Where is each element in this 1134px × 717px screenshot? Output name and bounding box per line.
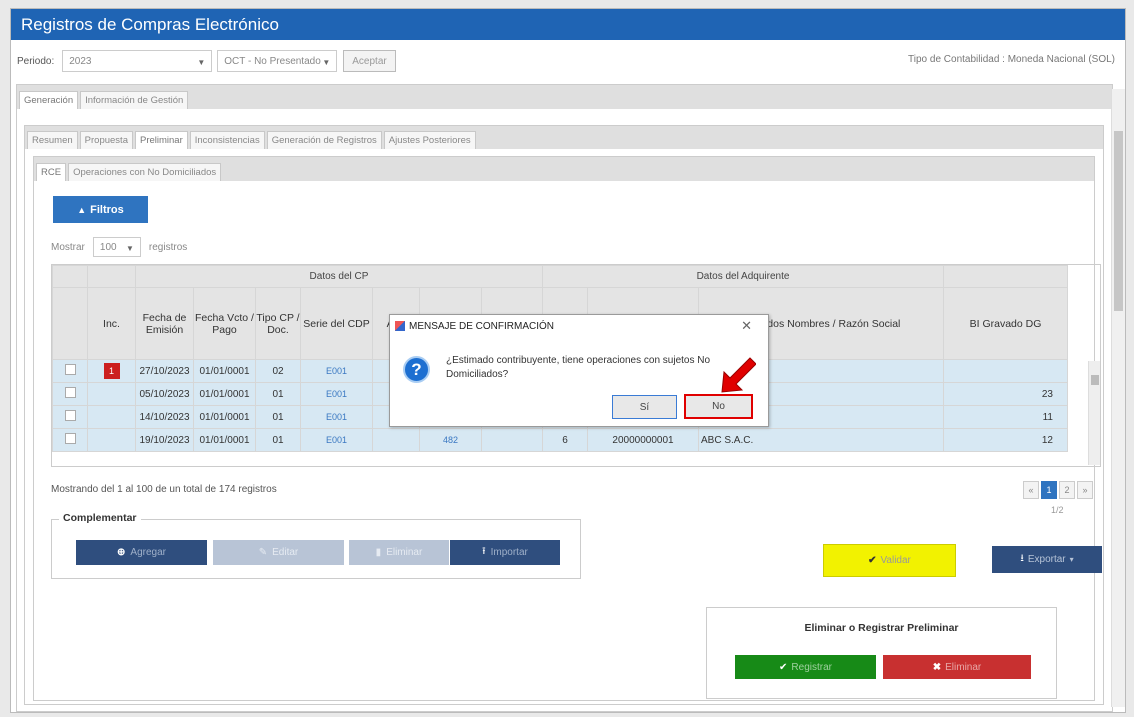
page-label: 1/2 [1051, 505, 1064, 515]
prev-page-button[interactable]: « [1023, 481, 1039, 499]
group-datos-cp: Datos del CP [135, 265, 543, 288]
tab-informacion-gestion[interactable]: Información de Gestión [80, 91, 189, 109]
row-checkbox[interactable] [64, 364, 76, 375]
pagination: « 1 2 » [1023, 481, 1093, 499]
col-header[interactable]: Inc. [87, 287, 136, 360]
table-scrollbar[interactable] [1088, 361, 1100, 465]
eliminar-registrar-title: Eliminar o Registrar Preliminar [804, 622, 959, 634]
chevron-down-icon: ▾ [1069, 555, 1074, 564]
plus-circle-icon: ⊕ [117, 547, 126, 558]
show-entries: Mostrar 100 ▼ registros [51, 237, 187, 257]
dialog-message: ¿Estimado contribuyente, tiene operacion… [446, 355, 711, 380]
confirmation-dialog: MENSAJE DE CONFIRMACIÓN ✕ ? ¿Estimado co… [389, 314, 769, 427]
col-header[interactable]: Fecha Vcto / Pago [193, 287, 256, 360]
tab-generacion[interactable]: Generación [19, 91, 79, 109]
pencil-icon: ✎ [258, 547, 268, 558]
page-size-select[interactable]: 100 ▼ [92, 237, 141, 257]
month-select[interactable]: OCT - No Presentado ▼ [217, 50, 338, 72]
chevron-down-icon: ▼ [125, 244, 134, 253]
next-page-button[interactable]: » [1077, 481, 1093, 499]
editar-button[interactable]: ✎ Editar [213, 540, 344, 565]
row-checkbox[interactable] [64, 433, 76, 444]
tab-rce[interactable]: RCE [36, 163, 67, 181]
page-2-button[interactable]: 2 [1059, 481, 1075, 499]
eliminar-preliminar-button[interactable]: ✖ Eliminar [883, 655, 1031, 679]
accept-button[interactable]: Aceptar [343, 50, 396, 72]
serie-link[interactable]: E001 [326, 412, 347, 422]
inner-tabs: Resumen Propuesta Preliminar Inconsisten… [25, 126, 1103, 149]
no-button[interactable]: No [684, 394, 753, 419]
tab-no-domiciliados[interactable]: Operaciones con No Domiciliados [68, 163, 222, 181]
close-icon[interactable]: ✕ [741, 318, 752, 334]
col-header[interactable]: Fecha de Emisión [135, 287, 194, 360]
eliminar-registrar-group: Eliminar o Registrar Preliminar ✔ Regist… [706, 607, 1057, 699]
caret-up-icon: ▲ [77, 204, 87, 215]
x-icon: ✖ [932, 661, 942, 673]
red-arrow-icon [721, 357, 756, 393]
serie-link[interactable]: E001 [326, 435, 347, 445]
dialog-titlebar: MENSAJE DE CONFIRMACIÓN [390, 315, 768, 337]
col-header[interactable]: Serie del CDP [300, 287, 373, 360]
check-icon: ✔ [779, 661, 788, 673]
eliminar-button[interactable]: ▮ Eliminar [349, 540, 449, 565]
period-label: Periodo: [17, 55, 55, 67]
download-icon: ⭳ [1020, 553, 1024, 564]
filtros-button[interactable]: ▲ Filtros [53, 196, 148, 223]
page-1-button[interactable]: 1 [1041, 481, 1057, 499]
app-title: Registros de Compras Electrónico [11, 9, 1125, 40]
col-header[interactable]: BI Gravado DG [943, 287, 1068, 360]
upload-icon: ⭱ [482, 546, 486, 557]
col-header[interactable]: Tipo CP / Doc. [255, 287, 301, 360]
tab-resumen[interactable]: Resumen [27, 131, 78, 149]
nro-link[interactable]: 482 [443, 435, 458, 445]
agregar-button[interactable]: ⊕ Agregar [76, 540, 207, 565]
tab-ajustes-posteriores[interactable]: Ajustes Posteriores [383, 131, 476, 149]
year-select[interactable]: 2023 ▼ [62, 50, 213, 72]
row-checkbox[interactable] [64, 387, 76, 398]
dialog-title: MENSAJE DE CONFIRMACIÓN [409, 320, 555, 332]
validar-button[interactable]: ✔ Validar [823, 544, 956, 577]
complementar-title: Complementar [59, 512, 141, 524]
tab-generacion-registros[interactable]: Generación de Registros [266, 131, 382, 149]
outer-tabs: Generación Información de Gestión [17, 85, 1112, 109]
table-row[interactable]: 19/10/2023 01/01/0001 01 E001 482 6 2000… [52, 428, 1068, 452]
period-bar: Periodo: 2023 ▼ OCT - No Presentado ▼ Ac… [11, 40, 1125, 82]
tab-inconsistencias[interactable]: Inconsistencias [189, 131, 265, 149]
check-icon: ✔ [868, 555, 877, 566]
app-icon [395, 321, 405, 331]
yes-button[interactable]: Sí [612, 395, 677, 419]
tab-preliminar[interactable]: Preliminar [134, 131, 188, 149]
page-scrollbar[interactable] [1111, 89, 1125, 707]
trash-icon: ▮ [375, 547, 382, 558]
row-checkbox[interactable] [64, 410, 76, 421]
chevron-down-icon: ▼ [197, 58, 206, 67]
exportar-button[interactable]: ⭳ Exportar ▾ [992, 546, 1102, 573]
complementar-group: Complementar ⊕ Agregar ✎ Editar ▮ Elimin… [51, 512, 581, 579]
pagination-info: Mostrando del 1 al 100 de un total de 17… [51, 484, 277, 495]
importar-button[interactable]: ⭱ Importar [450, 540, 560, 565]
question-icon: ? [403, 356, 430, 383]
group-datos-adquirente: Datos del Adquirente [542, 265, 944, 288]
chevron-down-icon: ▼ [322, 58, 331, 67]
inconsistency-badge[interactable]: 1 [103, 363, 120, 379]
tab-propuesta[interactable]: Propuesta [79, 131, 133, 149]
registrar-button[interactable]: ✔ Registrar [735, 655, 876, 679]
serie-link[interactable]: E001 [326, 389, 347, 399]
sub-tabs: RCE Operaciones con No Domiciliados [34, 157, 1094, 181]
serie-link[interactable]: E001 [326, 366, 347, 376]
tipo-contabilidad: Tipo de Contabilidad : Moneda Nacional (… [908, 54, 1115, 65]
